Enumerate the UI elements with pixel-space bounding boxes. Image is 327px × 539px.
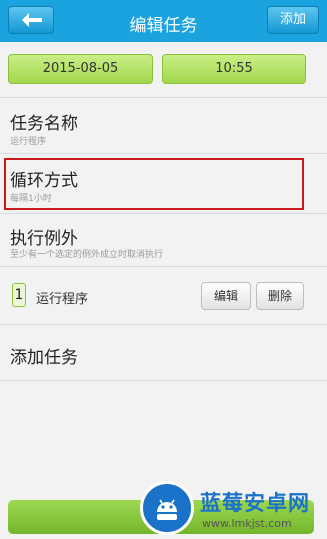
task-name-value: 运行程序 (10, 137, 47, 147)
exceptions-title: 执行例外 (10, 229, 78, 249)
exception-label: 运行程序 (36, 292, 89, 307)
watermark: 蓝莓安卓网 www.lmkjst.com (130, 477, 327, 539)
edit-button[interactable]: 编辑 (201, 282, 251, 310)
watermark-url: www.lmkjst.com (202, 517, 292, 530)
task-name-title: 任务名称 (10, 114, 78, 134)
divider (0, 153, 327, 154)
divider (0, 380, 327, 381)
add-task-row[interactable]: 添加任务 (10, 343, 78, 368)
time-button[interactable]: 10:55 (162, 54, 306, 84)
divider (0, 97, 327, 98)
delete-button[interactable]: 删除 (256, 282, 304, 310)
divider (0, 324, 327, 325)
exception-item: 1 运行程序 编辑 删除 (0, 270, 327, 322)
divider (0, 266, 327, 267)
android-logo-icon (140, 481, 194, 535)
divider (0, 213, 327, 214)
exception-number: 1 (12, 283, 26, 307)
exceptions-subtitle: 至少有一个选定的例外成立时取消执行 (10, 250, 164, 260)
watermark-title: 蓝莓安卓网 (200, 491, 310, 515)
highlight-box (4, 158, 304, 210)
title-bar: 编辑任务 添加 (0, 0, 327, 42)
date-button[interactable]: 2015-08-05 (8, 54, 153, 84)
datetime-bar: 2015-08-05 10:55 (0, 42, 327, 97)
add-button[interactable]: 添加 (267, 6, 319, 34)
